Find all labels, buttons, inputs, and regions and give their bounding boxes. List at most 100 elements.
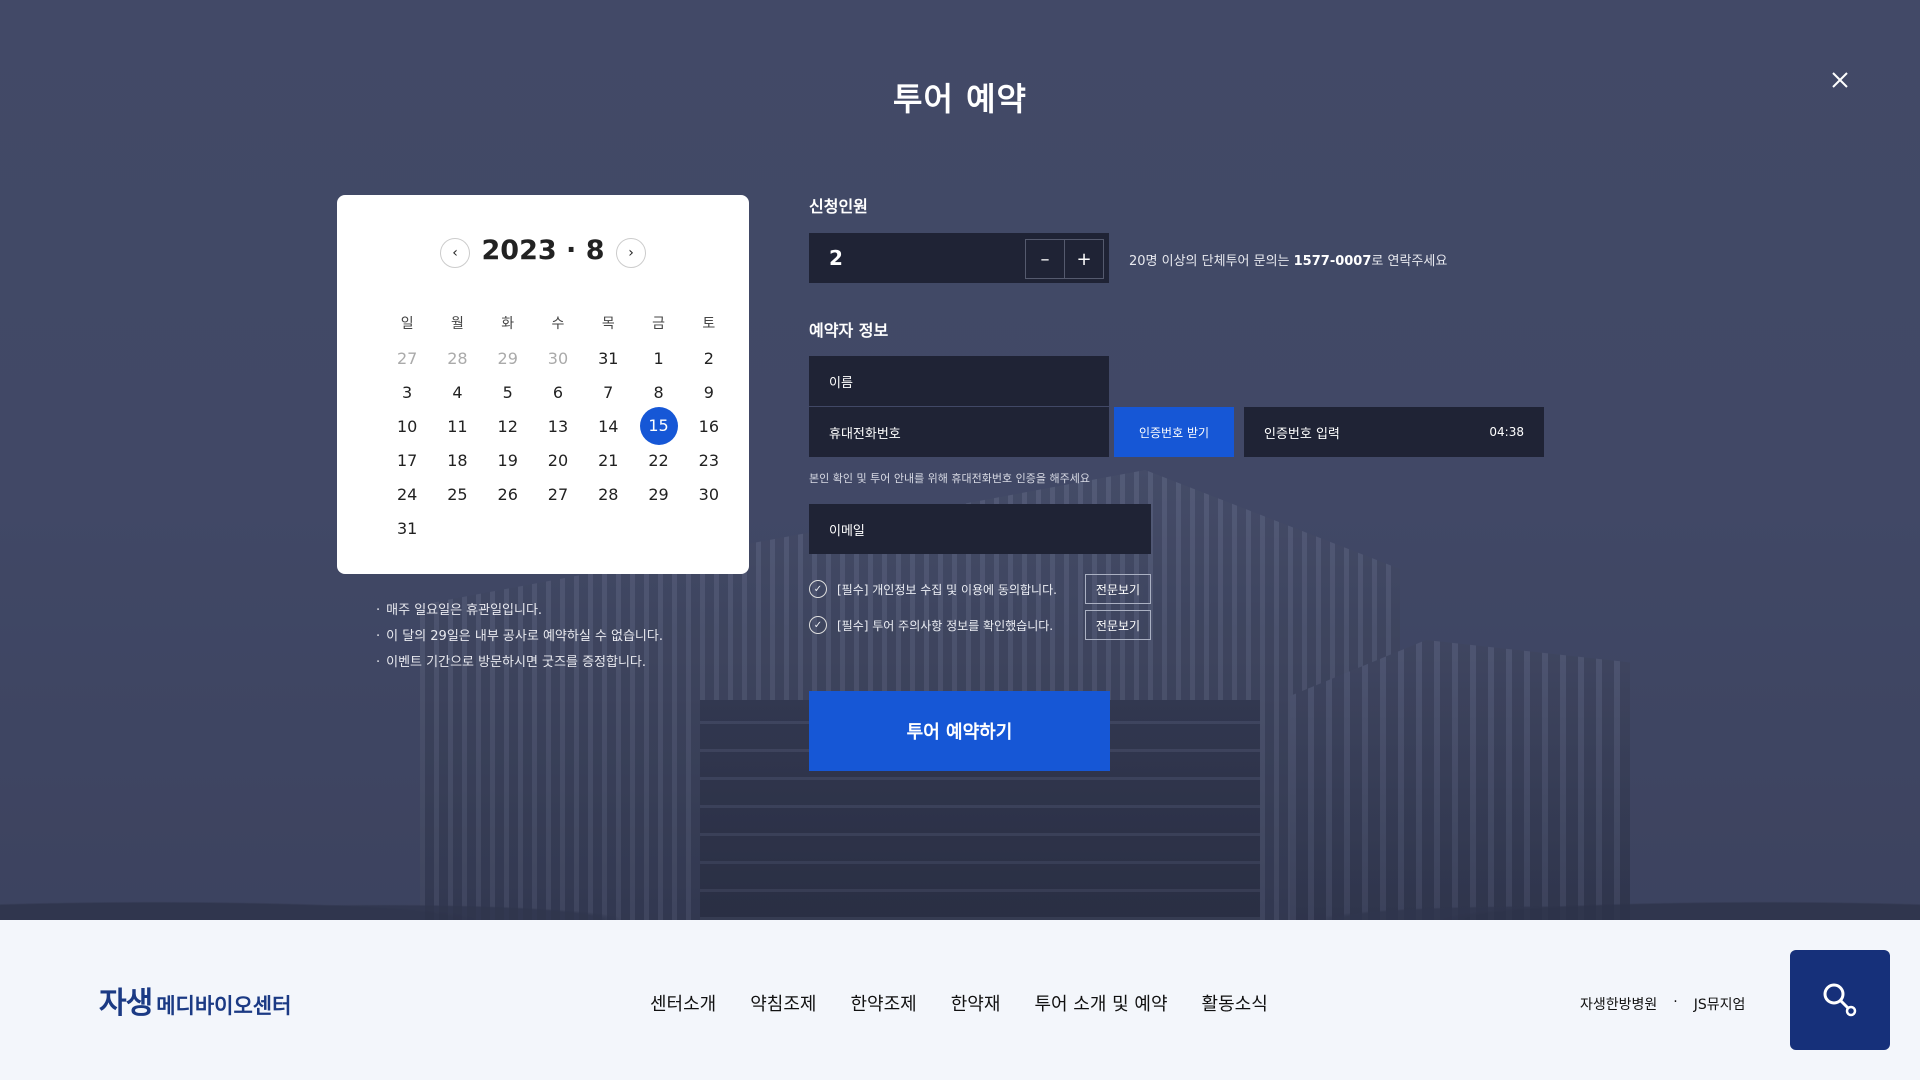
calendar-day-selected[interactable]: 15: [633, 407, 683, 445]
calendar-day[interactable]: 9: [684, 383, 734, 402]
calendar-day[interactable]: 31: [583, 349, 633, 368]
calendar-day[interactable]: 28: [432, 349, 482, 368]
calendar-day[interactable]: 13: [533, 417, 583, 436]
calendar-day-number: 28: [598, 484, 619, 504]
increase-button[interactable]: +: [1064, 239, 1104, 279]
calendar-day[interactable]: 12: [483, 417, 533, 436]
calendar-day[interactable]: 22: [633, 451, 683, 470]
calendar-day[interactable]: 29: [633, 485, 683, 504]
email-placeholder: 이메일: [829, 523, 865, 539]
auth-code-input[interactable]: 인증번호 입력 04:38: [1244, 407, 1544, 457]
group-note-suffix: 로 연락주세요: [1371, 254, 1448, 269]
calendar-day-number: 30: [547, 348, 569, 368]
calendar-day[interactable]: 4: [432, 383, 482, 402]
calendar-grid: 일 월 화 수 목 금 토 27 28 29 30 31 1 2 3 4 5 6 7 8 9 10 11 12 13 14 15 16…: [382, 307, 734, 545]
nav-item[interactable]: 센터소개: [650, 990, 716, 1016]
calendar-day-number: 3: [402, 382, 413, 402]
calendar-day[interactable]: 16: [684, 417, 734, 436]
calendar-day-number: 27: [547, 484, 569, 504]
calendar-day-number: 1: [653, 348, 664, 368]
agree-notice-label: [필수] 투어 주의사항 정보를 확인했습니다.: [837, 618, 1054, 633]
name-input[interactable]: 이름: [809, 356, 1109, 406]
next-month-button[interactable]: ›: [616, 238, 646, 268]
family-link-museum[interactable]: JS뮤지엄: [1694, 994, 1746, 1014]
agree-privacy-label: [필수] 개인정보 수집 및 이용에 동의합니다.: [837, 582, 1057, 597]
chevron-right-icon: ›: [628, 245, 634, 261]
calendar-day[interactable]: 19: [483, 451, 533, 470]
calendar-day[interactable]: 21: [583, 451, 633, 470]
prev-month-button[interactable]: ‹: [440, 238, 470, 268]
calendar-day[interactable]: 3: [382, 383, 432, 402]
phone-input[interactable]: 휴대전화번호: [809, 407, 1109, 457]
chevron-left-icon: ‹: [452, 245, 458, 261]
calendar-day[interactable]: 10: [382, 417, 432, 436]
nav-item[interactable]: 활동소식: [1202, 990, 1268, 1016]
search-button[interactable]: [1790, 950, 1890, 1050]
calendar-day[interactable]: 5: [483, 383, 533, 402]
calendar-day[interactable]: 20: [533, 451, 583, 470]
nav-item[interactable]: 투어 소개 및 예약: [1034, 990, 1167, 1016]
calendar-day-number: 4: [452, 382, 463, 402]
nav-item[interactable]: 한약재: [951, 990, 1001, 1016]
calendar-day[interactable]: 8: [633, 383, 683, 402]
calendar-day[interactable]: 27: [382, 349, 432, 368]
name-placeholder: 이름: [829, 375, 853, 391]
calendar-day[interactable]: 25: [432, 485, 482, 504]
calendar-day-number: 21: [598, 450, 619, 470]
weekday-label: 토: [702, 316, 716, 332]
calendar-day-number: 13: [547, 416, 569, 436]
check-icon[interactable]: ✓: [809, 616, 827, 634]
calendar-day-number: 28: [447, 348, 468, 368]
logo-sub: 메디바이오센터: [156, 994, 292, 1018]
logo[interactable]: 자생 메디바이오센터: [99, 978, 291, 1022]
agree-privacy[interactable]: ✓ [필수] 개인정보 수집 및 이용에 동의합니다.: [809, 580, 1057, 598]
calendar-day-number: 2: [703, 348, 714, 368]
calendar-day[interactable]: 14: [583, 417, 633, 436]
calendar-day-number: 25: [447, 484, 468, 504]
calendar-day[interactable]: 17: [382, 451, 432, 470]
decrease-button[interactable]: –: [1025, 239, 1065, 279]
calendar-day[interactable]: 30: [684, 485, 734, 504]
family-link-hospital[interactable]: 자생한방병원: [1580, 994, 1657, 1014]
calendar-day-number: 29: [497, 348, 518, 368]
calendar-day[interactable]: 30: [533, 349, 583, 368]
calendar-day-number: 6: [552, 382, 564, 402]
submit-reservation-button[interactable]: 투어 예약하기: [809, 691, 1110, 771]
check-icon[interactable]: ✓: [809, 580, 827, 598]
nav-item[interactable]: 약침조제: [750, 990, 816, 1016]
calendar-day[interactable]: 1: [633, 349, 683, 368]
calendar-day[interactable]: 26: [483, 485, 533, 504]
calendar-day-number: 16: [698, 416, 719, 436]
calendar-day[interactable]: 18: [432, 451, 482, 470]
close-icon[interactable]: [1828, 68, 1852, 92]
logo-main: 자생: [99, 986, 153, 1021]
overlay-shade: [0, 0, 1920, 920]
footer: 자생 메디바이오센터 센터소개 약침조제 한약조제 한약재 투어 소개 및 예약 활동소식…: [0, 920, 1920, 1080]
calendar-day[interactable]: 27: [533, 485, 583, 504]
calendar-day[interactable]: 29: [483, 349, 533, 368]
group-tour-note: 20명 이상의 단체투어 문의는 1577-0007로 연락주세요: [1129, 250, 1447, 269]
weekday-label: 목: [601, 316, 615, 332]
calendar-note: 매주 일요일은 휴관일입니다.: [376, 598, 663, 624]
request-code-button[interactable]: 인증번호 받기: [1114, 407, 1234, 457]
view-notice-button[interactable]: 전문보기: [1085, 610, 1151, 640]
agree-notice[interactable]: ✓ [필수] 투어 주의사항 정보를 확인했습니다.: [809, 616, 1053, 634]
calendar-week: 17 18 19 20 21 22 23: [382, 443, 734, 477]
view-privacy-button[interactable]: 전문보기: [1085, 574, 1151, 604]
nav-item[interactable]: 한약조제: [851, 990, 917, 1016]
calendar-day[interactable]: 11: [432, 417, 482, 436]
calendar-day[interactable]: 6: [533, 383, 583, 402]
weekday-row: 일월화수목금토: [382, 307, 734, 341]
weekday-label: 수: [551, 316, 565, 332]
calendar-day[interactable]: 28: [583, 485, 633, 504]
group-phone: 1577-0007: [1293, 254, 1372, 269]
calendar-day[interactable]: 31: [382, 519, 432, 538]
calendar-day[interactable]: 7: [583, 383, 633, 402]
calendar-day[interactable]: 24: [382, 485, 432, 504]
email-input[interactable]: 이메일: [809, 504, 1151, 554]
calendar-day[interactable]: 23: [684, 451, 734, 470]
calendar-day-number: 18: [447, 450, 468, 470]
calendar-day-number: 27: [396, 348, 418, 368]
calendar-week: 31: [382, 511, 734, 545]
calendar-day[interactable]: 2: [684, 349, 734, 368]
